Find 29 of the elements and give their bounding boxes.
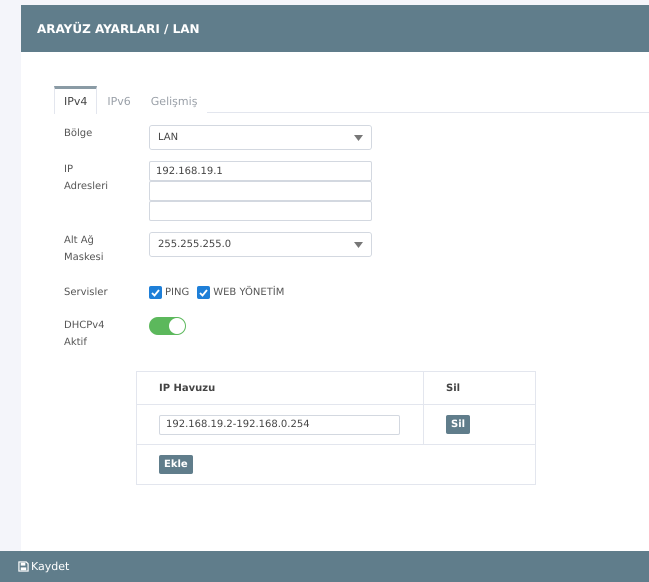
input-field[interactable]: 192.168.19.1	[149, 161, 372, 181]
caret-icon	[354, 134, 363, 140]
save-button[interactable]: Kaydet	[18, 560, 70, 573]
field-label: DHCPv4	[64, 319, 106, 333]
column-header: IP Havuzu	[159, 382, 216, 394]
input-field[interactable]	[149, 181, 372, 201]
checkbox[interactable]	[197, 286, 210, 299]
field-label: Bölge	[64, 127, 94, 141]
input-field[interactable]: 192.168.19.2-192.168.0.254	[159, 414, 400, 434]
checkbox-label: PING	[165, 287, 190, 298]
subnet-select[interactable]: 255.255.255.0	[149, 232, 372, 257]
field-label: Alt Ağ	[64, 234, 95, 248]
field-label: Aktif	[64, 336, 88, 350]
column-header: Sil	[446, 382, 460, 394]
page-title: ARAYÜZ AYARLARI / LAN	[37, 22, 200, 36]
caret-icon	[354, 242, 363, 248]
region-select[interactable]: LAN	[149, 125, 372, 150]
field-label: Maskesi	[64, 251, 105, 265]
checkbox-label: WEB YÖNETİM	[213, 287, 284, 298]
tab[interactable]: IPv4	[54, 86, 98, 114]
add-button[interactable]: Ekle	[159, 455, 193, 474]
checkbox[interactable]	[149, 286, 162, 299]
toggle-switch[interactable]	[149, 317, 186, 335]
input-field[interactable]	[149, 201, 372, 221]
field-label: Servisler	[64, 286, 109, 300]
field-label: Adresleri	[64, 180, 110, 194]
delete-button[interactable]: Sil	[446, 415, 470, 434]
save-icon	[18, 561, 29, 572]
field-label: IP	[64, 163, 74, 177]
